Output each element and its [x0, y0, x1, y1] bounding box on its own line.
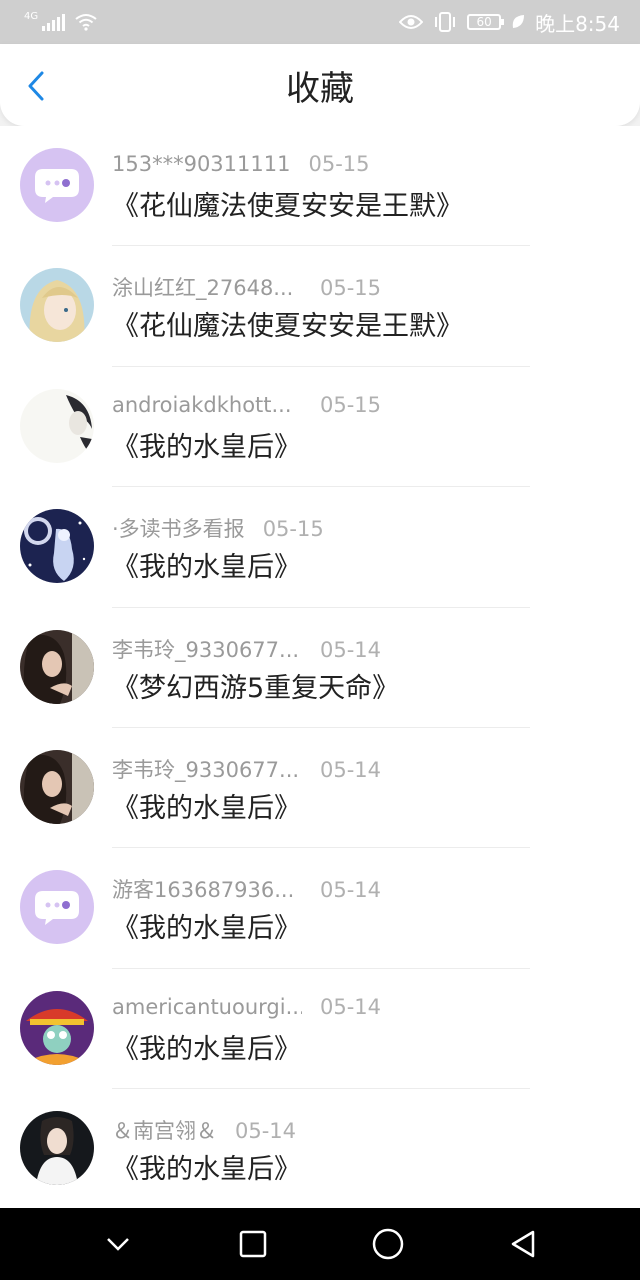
dark-portrait-avatar	[20, 1111, 94, 1186]
book-title[interactable]: 《我的水皇后》	[112, 1147, 301, 1186]
night-fairy-avatar	[20, 509, 94, 584]
date: 05-14	[320, 878, 382, 903]
home-button[interactable]	[364, 1220, 412, 1268]
date: 05-15	[320, 392, 382, 417]
signal-icon	[42, 13, 66, 31]
avatar[interactable]	[20, 509, 94, 584]
book-title[interactable]: 《我的水皇后》	[112, 906, 301, 945]
nickname: 李韦玲_9330677...	[112, 637, 300, 662]
chevron-left-icon	[28, 71, 44, 101]
list-item[interactable]: 李韦玲_9330677... 05-14 《我的水皇后》	[0, 728, 640, 849]
header: 收藏	[0, 44, 640, 126]
default-chat-icon	[35, 891, 79, 926]
item-meta: 李韦玲_9330677... 05-14	[112, 754, 381, 784]
hide-keyboard-button[interactable]	[94, 1220, 142, 1268]
chevron-down-icon	[106, 1238, 129, 1251]
item-meta: ＆南宫翎＆ 05-14	[112, 1115, 296, 1145]
status-right: 60 晚上8:54	[399, 8, 620, 37]
date: 05-15	[262, 517, 324, 542]
item-meta: americantuourgi... 05-14	[112, 995, 381, 1019]
book-title[interactable]: 《我的水皇后》	[112, 1027, 301, 1066]
nickname: androiakdkhott...	[112, 392, 292, 417]
triangle-back-icon	[511, 1230, 534, 1258]
date: 05-15	[308, 152, 370, 176]
avatar[interactable]	[20, 990, 94, 1065]
leaf-icon	[512, 15, 525, 28]
screen: 4G 60 晚上8:54 收藏 153***90311111 05-15 《花仙…	[0, 0, 640, 1280]
item-meta: 李韦玲_9330677... 05-14	[112, 634, 381, 664]
wifi-icon	[75, 14, 97, 31]
favorites-list: 153***90311111 05-15 《花仙魔法使夏安安是王默》 涂山红红_…	[0, 126, 640, 1208]
nickname: 李韦玲_9330677...	[112, 757, 300, 782]
status-left: 4G	[24, 10, 97, 31]
list-item[interactable]: 涂山红红_27648... 05-15 《花仙魔法使夏安安是王默》	[0, 246, 640, 367]
avatar[interactable]	[20, 388, 94, 463]
status-bar: 4G 60 晚上8:54	[0, 0, 640, 44]
item-meta: 游客163687936... 05-14	[112, 874, 381, 904]
photo-portrait-avatar	[20, 629, 94, 704]
eye-icon	[399, 15, 424, 29]
item-meta: ·多读书多看报 05-15	[112, 513, 324, 543]
page-title: 收藏	[286, 68, 354, 109]
item-meta: androiakdkhott... 05-15	[112, 393, 381, 417]
list-item[interactable]: 153***90311111 05-15 《花仙魔法使夏安安是王默》	[0, 126, 640, 247]
avatar[interactable]	[20, 870, 94, 945]
nickname: 游客163687936...	[112, 878, 295, 903]
book-title[interactable]: 《梦幻西游5重复天命》	[112, 666, 399, 705]
list-item[interactable]: 游客163687936... 05-14 《我的水皇后》	[0, 848, 640, 969]
list-item[interactable]: ＆南宫翎＆ 05-14 《我的水皇后》	[0, 1089, 640, 1208]
list-item[interactable]: 李韦玲_9330677... 05-14 《梦幻西游5重复天命》	[0, 608, 640, 728]
cartoon-squid-avatar	[20, 990, 94, 1065]
date: 05-14	[320, 994, 382, 1019]
photo-portrait-avatar	[20, 749, 94, 824]
list-item[interactable]: americantuourgi... 05-14 《我的水皇后》	[0, 969, 640, 1090]
nickname: ·多读书多看报	[112, 517, 245, 542]
date: 05-14	[235, 1119, 297, 1144]
sketch-portrait-avatar	[20, 388, 94, 463]
date: 05-14	[320, 757, 382, 782]
item-meta: 涂山红红_27648... 05-15	[112, 272, 381, 302]
item-meta: 153***90311111 05-15	[112, 152, 370, 176]
book-title[interactable]: 《花仙魔法使夏安安是王默》	[112, 304, 463, 343]
navigation-bar	[0, 1208, 640, 1280]
network-type: 4G	[24, 10, 39, 22]
recents-button[interactable]	[229, 1220, 277, 1268]
avatar[interactable]	[20, 148, 94, 222]
date: 05-15	[320, 276, 382, 301]
date: 05-14	[320, 637, 382, 662]
avatar[interactable]	[20, 268, 94, 343]
book-title[interactable]: 《我的水皇后》	[112, 425, 301, 464]
list-item[interactable]: ·多读书多看报 05-15 《我的水皇后》	[0, 487, 640, 608]
circle-icon	[372, 1228, 403, 1260]
book-title[interactable]: 《花仙魔法使夏安安是王默》	[112, 184, 463, 223]
back-button[interactable]	[16, 66, 56, 106]
clock: 晚上8:54	[535, 11, 620, 36]
list-item[interactable]: androiakdkhott... 05-15 《我的水皇后》	[0, 367, 640, 488]
battery-icon: 60	[467, 14, 505, 30]
book-title[interactable]: 《我的水皇后》	[112, 545, 301, 584]
book-title[interactable]: 《我的水皇后》	[112, 786, 301, 825]
nickname: 涂山红红_27648...	[112, 276, 294, 301]
square-icon	[239, 1230, 266, 1258]
nickname: americantuourgi...	[112, 994, 302, 1019]
vibrate-icon	[435, 12, 456, 32]
nickname: ＆南宫翎＆	[112, 1119, 217, 1144]
nickname: 153***90311111	[112, 152, 291, 176]
avatar[interactable]	[20, 749, 94, 824]
default-chat-icon	[35, 169, 79, 203]
avatar[interactable]	[20, 1111, 94, 1186]
back-nav-button[interactable]	[499, 1220, 547, 1268]
avatar[interactable]	[20, 629, 94, 704]
anime-girl-avatar	[20, 268, 94, 343]
